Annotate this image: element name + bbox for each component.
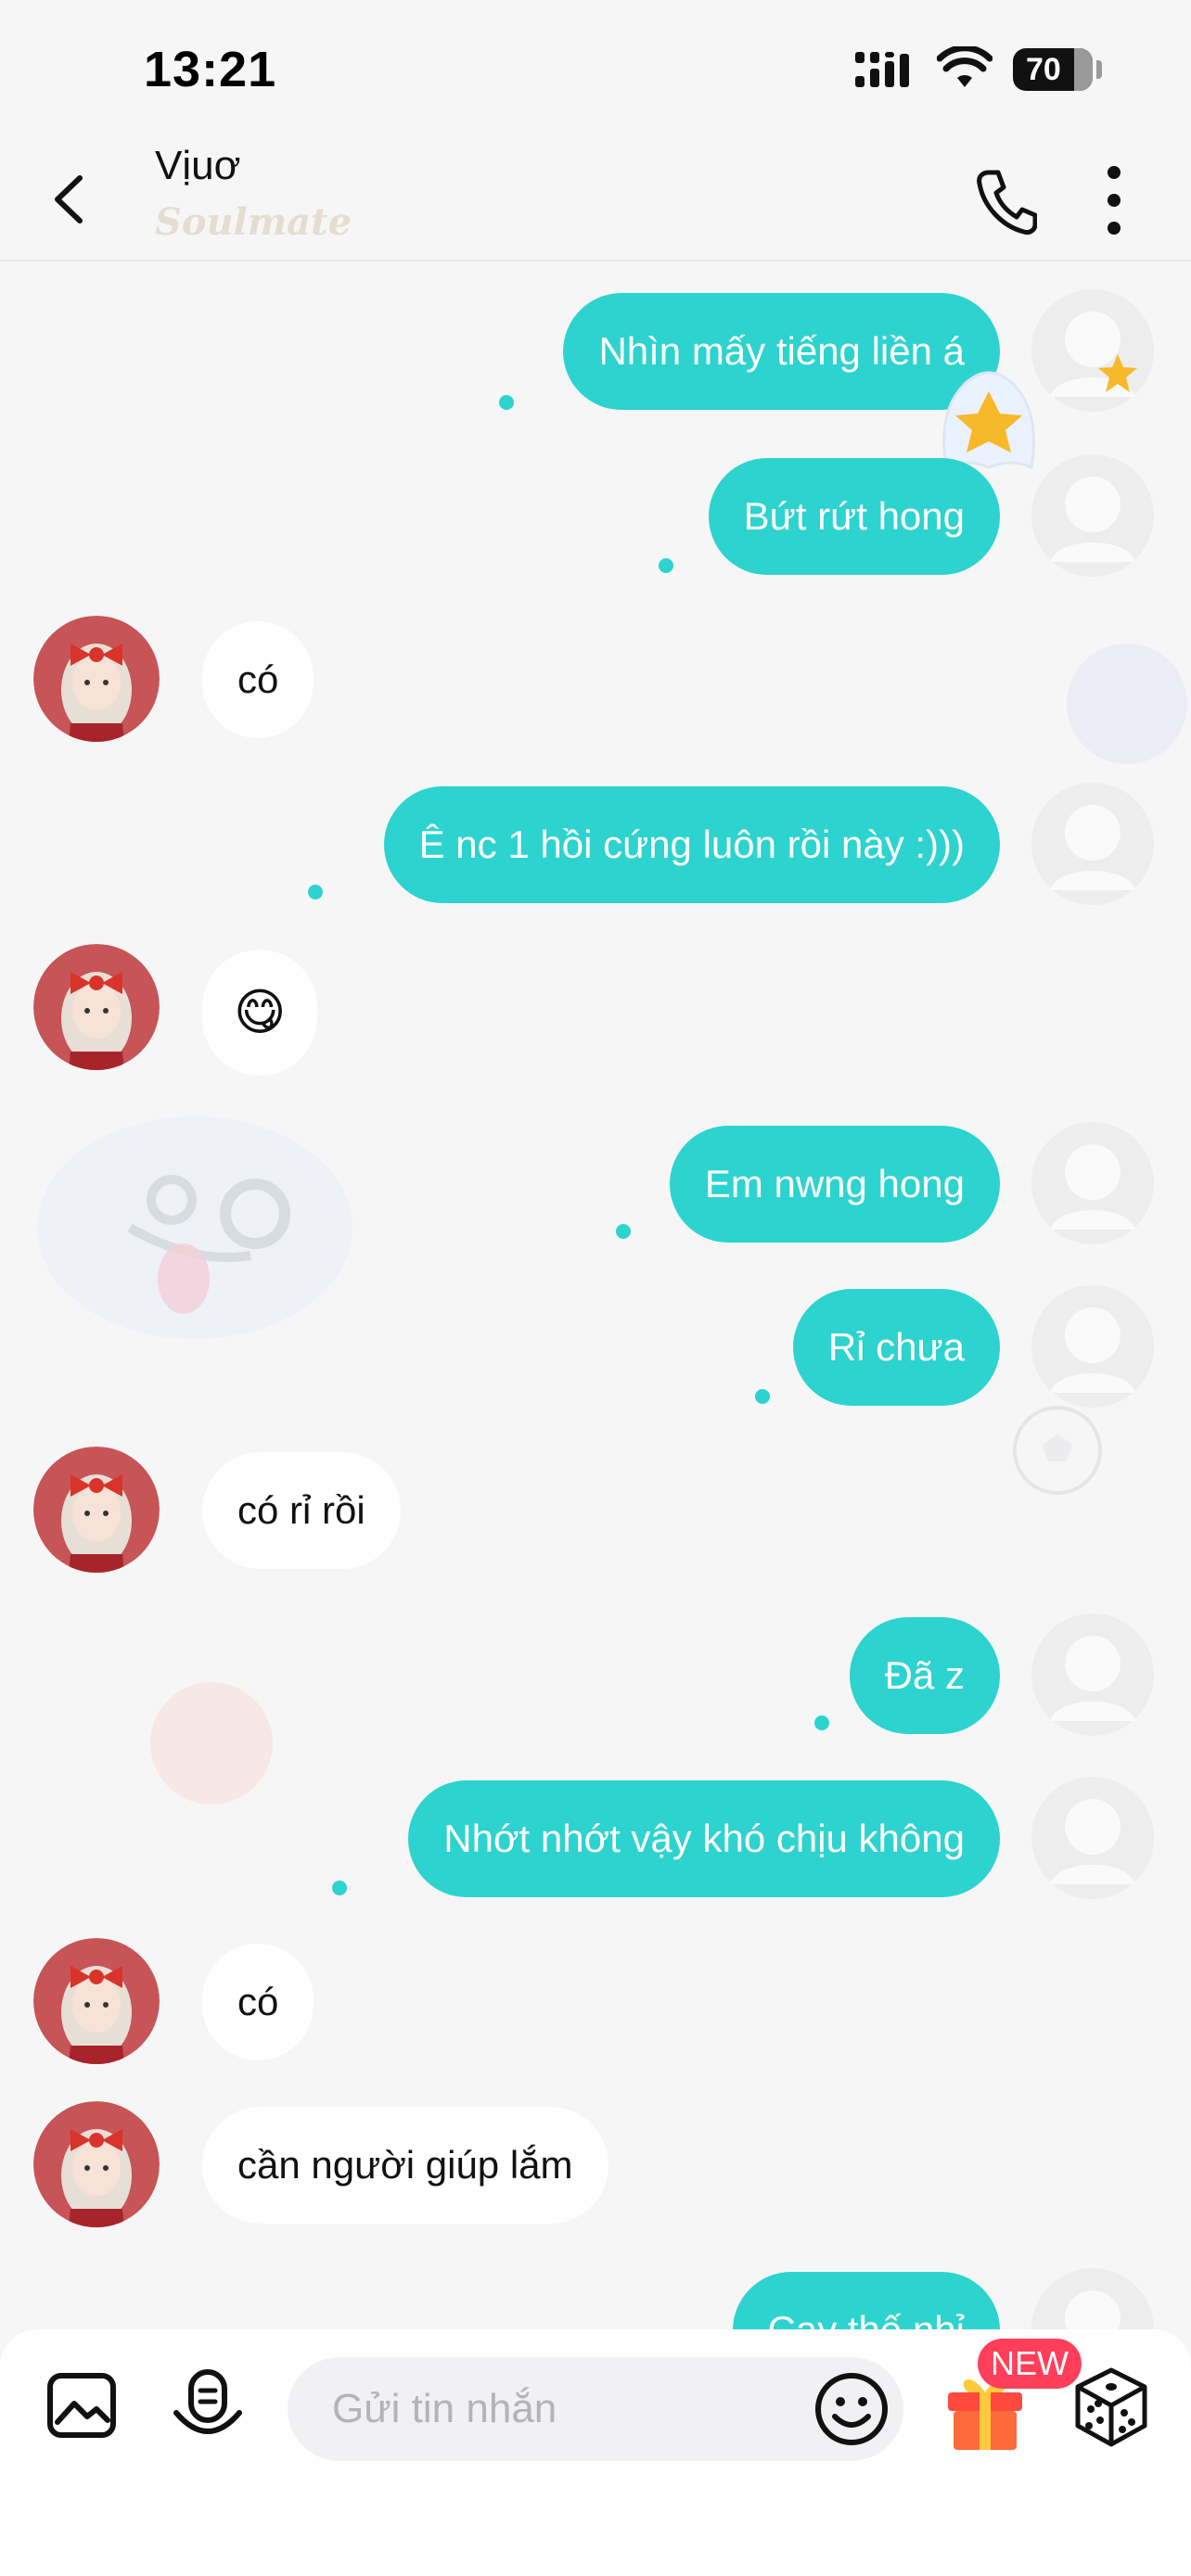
status-bar: 13:21 70	[0, 0, 1191, 139]
background-ball-decoration	[1013, 1406, 1102, 1495]
background-bubble-decoration	[150, 1682, 273, 1804]
chat-header: Vịuơ Soulmate	[0, 139, 1191, 261]
background-bubble-decoration	[1067, 644, 1187, 764]
read-receipt-dot	[332, 1881, 347, 1895]
own-avatar-placeholder[interactable]	[1030, 1120, 1156, 1246]
message-bubble-outgoing[interactable]: Đã z	[849, 1617, 1000, 1734]
new-badge: NEW	[978, 2339, 1082, 2389]
own-avatar-placeholder[interactable]	[1030, 1283, 1156, 1409]
contact-avatar[interactable]	[33, 616, 160, 742]
voice-icon[interactable]	[169, 2366, 247, 2444]
battery-indicator: 70	[1013, 48, 1093, 91]
message-bubble-incoming[interactable]: có rỉ rồi	[202, 1452, 401, 1569]
battery-tip	[1096, 60, 1102, 79]
image-icon[interactable]	[45, 2368, 119, 2442]
message-bubble-outgoing[interactable]: Ê nc 1 hồi cứng luôn rồi này :)))	[383, 786, 1000, 903]
message-list[interactable]: Nhìn mấy tiếng liền á Bứt rứt hong có Ê …	[0, 263, 1191, 2331]
dice-icon[interactable]	[1072, 2366, 1150, 2448]
message-bubble-outgoing[interactable]: Cay thế nhỉ	[732, 2272, 1000, 2331]
emoji-icon[interactable]	[813, 2370, 890, 2448]
background-ghost-decoration	[37, 1116, 352, 1339]
read-receipt-dot	[659, 558, 673, 573]
message-bubble-incoming[interactable]: 😋	[202, 950, 318, 1076]
read-receipt-dot	[308, 885, 323, 899]
message-input[interactable]	[288, 2357, 903, 2461]
own-avatar-placeholder[interactable]	[1030, 1612, 1156, 1738]
contact-avatar[interactable]	[33, 2101, 160, 2227]
cellular-signal-icon	[855, 52, 909, 87]
own-avatar-placeholder[interactable]	[1030, 781, 1156, 907]
message-composer: NEW	[0, 2329, 1191, 2576]
read-receipt-dot	[616, 1224, 631, 1239]
message-bubble-incoming[interactable]: cần người giúp lắm	[202, 2107, 608, 2224]
status-time: 13:21	[144, 42, 277, 97]
own-avatar-placeholder[interactable]	[1030, 1775, 1156, 1901]
message-bubble-outgoing[interactable]: Em nwng hong	[669, 1126, 1000, 1243]
message-bubble-outgoing[interactable]: Bứt rứt hong	[708, 458, 1000, 575]
message-bubble-outgoing[interactable]: Nhớt nhớt vậy khó chịu không	[408, 1780, 1000, 1897]
message-bubble-incoming[interactable]: có	[202, 1944, 314, 2060]
message-bubble-incoming[interactable]: có	[202, 621, 314, 738]
contact-name[interactable]: Vịuơ	[155, 143, 240, 189]
contact-avatar[interactable]	[33, 1447, 160, 1573]
battery-level: 70	[1026, 52, 1061, 87]
own-avatar-placeholder[interactable]	[1030, 287, 1156, 414]
contact-avatar[interactable]	[33, 944, 160, 1070]
back-arrow-icon[interactable]	[43, 167, 98, 232]
more-vertical-icon[interactable]	[1100, 161, 1128, 239]
wifi-icon	[937, 46, 992, 87]
message-bubble-outgoing[interactable]: Nhìn mấy tiếng liền á	[563, 293, 1000, 410]
contact-avatar[interactable]	[33, 1938, 160, 2064]
relationship-badge: Soulmate	[155, 200, 352, 244]
own-avatar-placeholder[interactable]	[1030, 453, 1156, 579]
message-bubble-outgoing[interactable]: Rỉ chưa	[792, 1289, 1000, 1406]
own-avatar-placeholder[interactable]	[1030, 2266, 1156, 2331]
phone-icon[interactable]	[972, 163, 1037, 237]
read-receipt-dot	[814, 1715, 829, 1730]
read-receipt-dot	[755, 1389, 770, 1404]
read-receipt-dot	[499, 395, 514, 410]
